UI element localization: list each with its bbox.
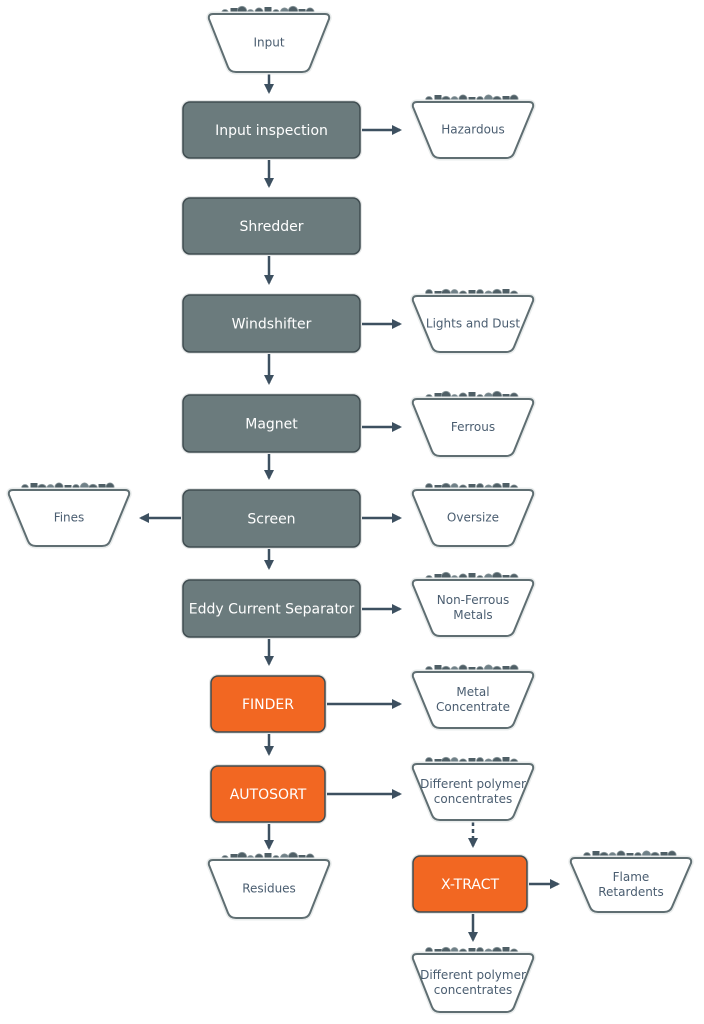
bin-label: Residues <box>242 882 296 896</box>
output-bin-hazardous: Hazardous <box>410 94 536 161</box>
process-label: FINDER <box>242 697 294 713</box>
bin-label: Hazardous <box>441 123 505 137</box>
process-autosort: AUTOSORT <box>209 764 327 824</box>
output-bin-residues: Residues <box>206 851 332 921</box>
bin-label: concentrates <box>434 792 512 806</box>
output-bin-flame: FlameRetardents <box>568 850 694 915</box>
process-input-inspection: Input inspection <box>181 100 362 160</box>
output-bin-metal-concentrate: MetalConcentrate <box>410 664 536 731</box>
process-shredder: Shredder <box>181 196 362 256</box>
process-label: X-TRACT <box>441 877 499 893</box>
process-finder: FINDER <box>209 674 327 734</box>
bin-label: Metal <box>456 685 489 699</box>
process-label: Input inspection <box>215 123 328 139</box>
bin-label: Different polymer <box>420 777 526 791</box>
bin-label: Different polymer <box>420 968 526 982</box>
process-label: AUTOSORT <box>230 787 307 803</box>
bin-label: Lights and Dust <box>426 317 521 331</box>
process-screen: Screen <box>181 488 362 549</box>
bin-label: Ferrous <box>451 420 495 434</box>
output-bin-fines: Fines <box>6 482 132 549</box>
bin-label: Metals <box>453 608 492 622</box>
bin-label: concentrates <box>434 983 512 997</box>
process-label: Eddy Current Separator <box>189 602 355 618</box>
output-bin-non-ferrous: Non-FerrousMetals <box>410 571 536 639</box>
process-label: Shredder <box>240 219 304 235</box>
process-label: Screen <box>247 512 295 528</box>
process-label: Magnet <box>245 417 298 433</box>
process-label: Windshifter <box>232 317 312 333</box>
bin-label: Flame <box>613 870 650 884</box>
bin-label: Fines <box>54 511 85 525</box>
process-magnet: Magnet <box>181 393 362 454</box>
bin-label: Non-Ferrous <box>437 593 509 607</box>
process-xtract: X-TRACT <box>411 854 529 914</box>
output-bin-lights-dust: Lights and Dust <box>410 288 536 355</box>
output-bin-oversize: Oversize <box>410 482 536 549</box>
output-bin-polymer2: Different polymerconcentrates <box>410 946 536 1015</box>
output-bin-polymer1: Different polymerconcentrates <box>410 756 536 823</box>
bin-label: Retardents <box>598 885 664 899</box>
process-eddy: Eddy Current Separator <box>181 578 362 639</box>
bin-label: Input <box>253 36 284 50</box>
bin-label: Oversize <box>447 511 499 525</box>
output-bin-input: Input <box>206 5 332 75</box>
process-windshifter: Windshifter <box>181 293 362 354</box>
output-bin-ferrous: Ferrous <box>410 390 536 459</box>
recycling-process-flowchart: Input inspection Shredder Windshifter Magne… <box>6 5 694 1015</box>
bin-label: Concentrate <box>436 700 510 714</box>
